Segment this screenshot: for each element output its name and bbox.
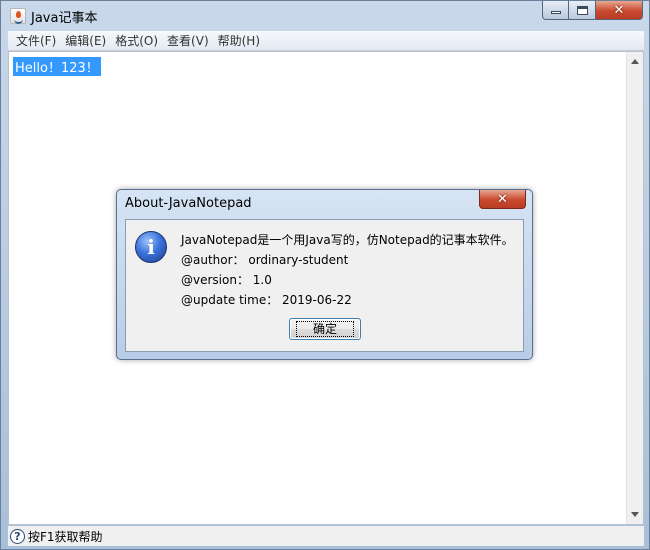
editor-selected-text[interactable]: Hello！123！ [13,57,101,76]
scroll-up-arrow-icon[interactable] [631,59,639,64]
dialog-title: About-JavaNotepad [125,196,252,211]
help-icon: ? [10,528,25,544]
dialog-close-button[interactable]: ✕ [479,190,526,209]
window-title: Java记事本 [31,11,98,26]
vertical-scrollbar[interactable] [626,52,643,524]
title-bar[interactable]: Java记事本 ✕ [1,1,649,31]
about-dialog: About-JavaNotepad ✕ i JavaNotepad是一个用Jav… [116,189,533,360]
close-icon: ✕ [497,191,508,207]
window-controls: ✕ [542,1,643,21]
close-button[interactable]: ✕ [596,1,643,20]
menu-bar: 文件(F) 编辑(E) 格式(O) 查看(V) 帮助(H) [8,31,644,51]
dialog-message-update-time: @update time： 2019-06-22 [181,293,352,307]
minimize-button[interactable] [542,1,569,20]
information-icon: i [135,231,167,263]
java-app-icon [10,8,26,24]
ok-button-label: 确定 [295,321,354,337]
maximize-button[interactable] [569,1,596,20]
minimize-icon [550,11,561,14]
close-icon: ✕ [613,2,625,18]
status-bar: ? 按F1获取帮助 [8,526,644,546]
menu-help[interactable]: 帮助(H) [214,32,264,49]
maximize-icon [576,5,588,15]
dialog-message-description: JavaNotepad是一个用Java写的，仿Notepad的记事本软件。 [181,233,514,247]
menu-edit[interactable]: 编辑(E) [61,32,110,49]
dialog-message-author: @author： ordinary-student [181,253,349,267]
dialog-body: i JavaNotepad是一个用Java写的，仿Notepad的记事本软件。 … [125,219,524,352]
status-text: 按F1获取帮助 [28,529,103,544]
dialog-message-version: @version： 1.0 [181,273,272,287]
scroll-down-arrow-icon[interactable] [631,512,639,517]
menu-format[interactable]: 格式(O) [111,32,162,49]
ok-button[interactable]: 确定 [289,318,361,340]
menu-view[interactable]: 查看(V) [163,32,213,49]
menu-file[interactable]: 文件(F) [12,32,60,49]
